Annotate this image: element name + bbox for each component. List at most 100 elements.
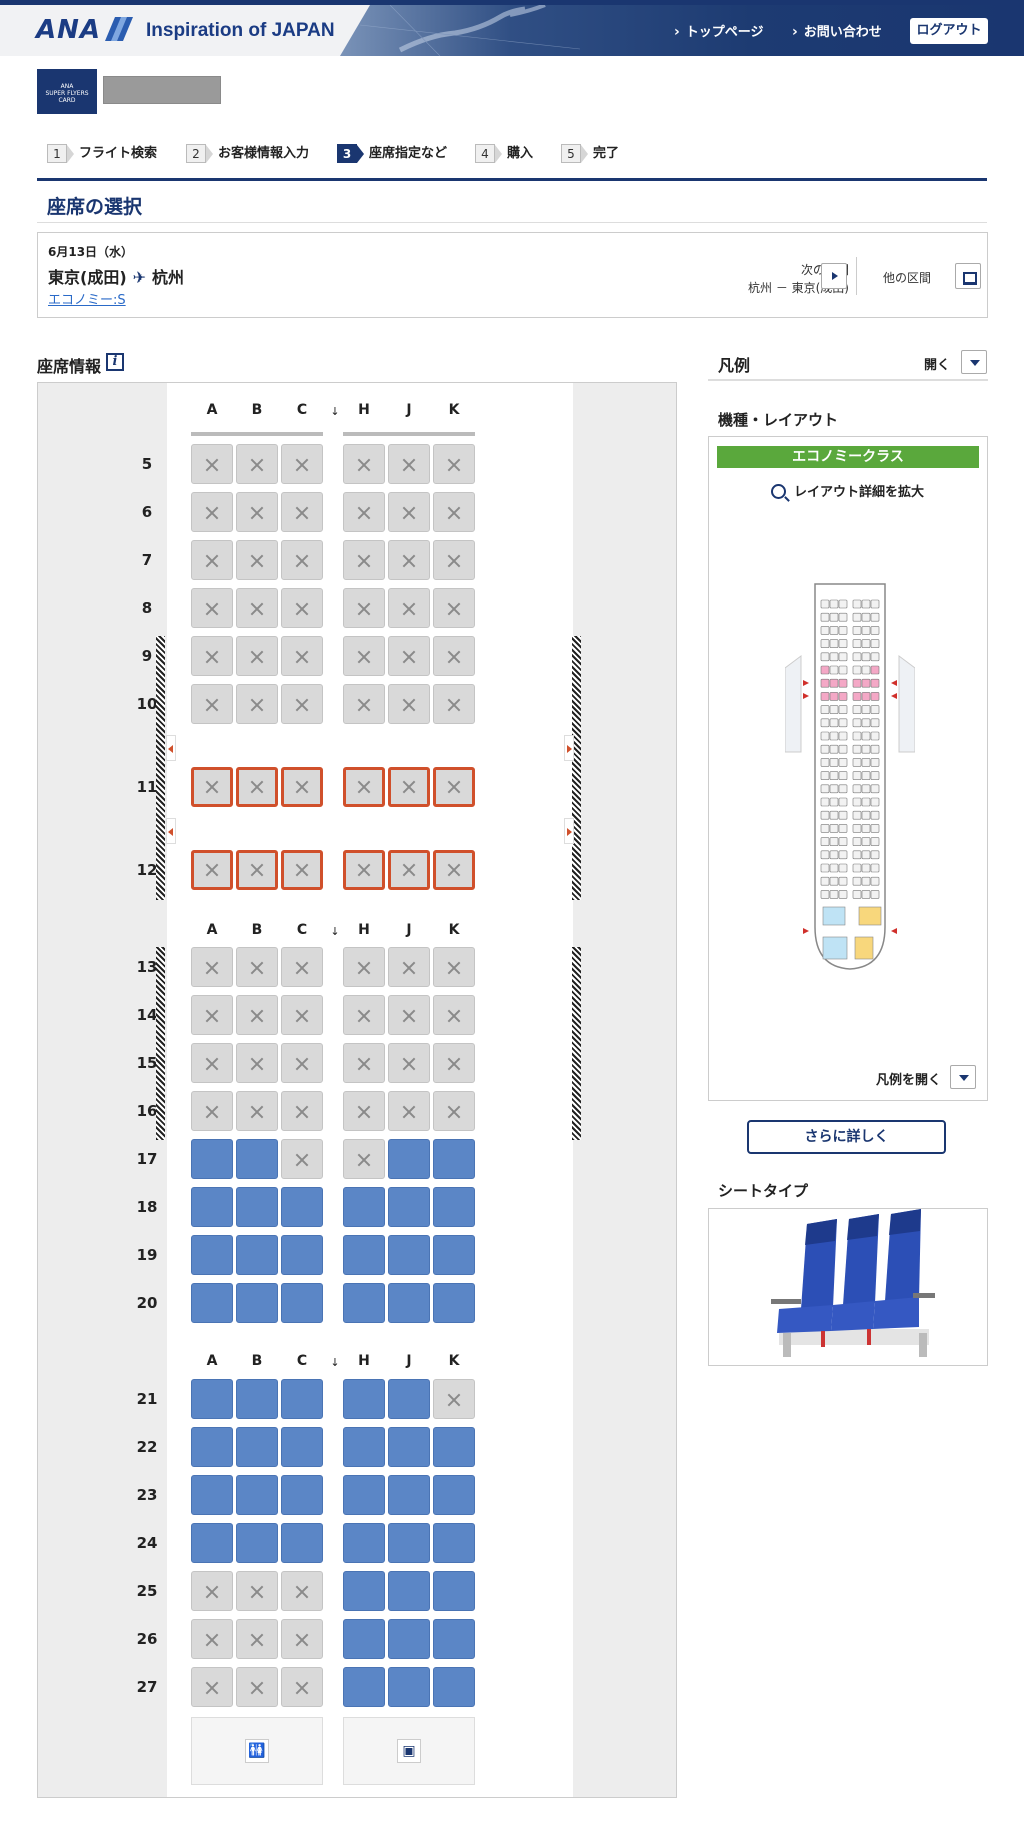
- seat-23H[interactable]: [343, 1475, 385, 1515]
- seat-7K: [433, 540, 475, 580]
- seat-21C[interactable]: [281, 1379, 323, 1419]
- seat-19J[interactable]: [388, 1235, 430, 1275]
- seat-27K[interactable]: [433, 1667, 475, 1707]
- seat-22H[interactable]: [343, 1427, 385, 1467]
- mini-seat: [861, 718, 871, 728]
- seat-24J[interactable]: [388, 1523, 430, 1563]
- seat-18K[interactable]: [433, 1187, 475, 1227]
- mini-seat: [861, 824, 871, 833]
- seat-19A[interactable]: [191, 1235, 233, 1275]
- seat-21H[interactable]: [343, 1379, 385, 1419]
- seat-20J[interactable]: [388, 1283, 430, 1323]
- seat-20A[interactable]: [191, 1283, 233, 1323]
- seat-24H[interactable]: [343, 1523, 385, 1563]
- info-icon[interactable]: i: [106, 353, 124, 371]
- seat-18H[interactable]: [343, 1187, 385, 1227]
- seat-22B[interactable]: [236, 1427, 278, 1467]
- logout-button[interactable]: ログアウト: [910, 18, 988, 44]
- more-details-button[interactable]: さらに詳しく: [747, 1120, 946, 1154]
- seat-27H[interactable]: [343, 1667, 385, 1707]
- seat-5C: [281, 444, 323, 484]
- seat-17B[interactable]: [236, 1139, 278, 1179]
- seat-16J: [388, 1091, 430, 1131]
- seat-23J[interactable]: [388, 1475, 430, 1515]
- seat-26J[interactable]: [388, 1619, 430, 1659]
- mini-seat: [861, 876, 871, 886]
- seat-22A[interactable]: [191, 1427, 233, 1467]
- seat-21A[interactable]: [191, 1379, 233, 1419]
- airplane-icon: ✈: [132, 268, 147, 287]
- seat-24B[interactable]: [236, 1523, 278, 1563]
- nav-contact-link[interactable]: お問い合わせ: [792, 21, 882, 40]
- seat-25H[interactable]: [343, 1571, 385, 1611]
- fare-class-link[interactable]: エコノミー:S: [48, 289, 126, 308]
- seat-17J[interactable]: [388, 1139, 430, 1179]
- zoom-layout-link[interactable]: レイアウト詳細を拡大: [771, 481, 924, 500]
- mini-seat: [870, 665, 880, 675]
- seat-26H[interactable]: [343, 1619, 385, 1659]
- seat-6H: [343, 492, 385, 532]
- seat-row-number: 23: [136, 1486, 158, 1504]
- seat-17K[interactable]: [433, 1139, 475, 1179]
- layout-panel: エコノミークラス レイアウト詳細を拡大 凡例を開く: [708, 436, 988, 1101]
- mini-seat: [852, 744, 862, 754]
- seat-19C[interactable]: [281, 1235, 323, 1275]
- mini-seat: [838, 771, 848, 780]
- legend-expand-button[interactable]: [961, 350, 987, 374]
- seat-25J[interactable]: [388, 1571, 430, 1611]
- seat-20H[interactable]: [343, 1283, 385, 1323]
- mini-wing-right: [898, 655, 915, 753]
- seat-16C: [281, 1091, 323, 1131]
- seat-23B[interactable]: [236, 1475, 278, 1515]
- other-segments-button[interactable]: [955, 263, 981, 289]
- seat-23C[interactable]: [281, 1475, 323, 1515]
- seat-19K[interactable]: [433, 1235, 475, 1275]
- aircraft-layout-diagram[interactable]: [785, 582, 915, 982]
- seat-18A[interactable]: [191, 1187, 233, 1227]
- seat-26K[interactable]: [433, 1619, 475, 1659]
- nav-top-page-link[interactable]: トップページ: [674, 21, 764, 40]
- seat-18J[interactable]: [388, 1187, 430, 1227]
- seat-row-number: 17: [136, 1150, 158, 1168]
- site-header: ANA Inspiration of JAPAN トップページ お問い合わせ ロ…: [0, 0, 1024, 56]
- seat-19H[interactable]: [343, 1235, 385, 1275]
- mini-seat: [870, 731, 880, 741]
- seat-18B[interactable]: [236, 1187, 278, 1227]
- open-legend-label[interactable]: 凡例を開く: [876, 1069, 941, 1088]
- seat-22J[interactable]: [388, 1427, 430, 1467]
- seat-9C: [281, 636, 323, 676]
- mini-seat: [852, 612, 862, 622]
- seat-24A[interactable]: [191, 1523, 233, 1563]
- seat-22C[interactable]: [281, 1427, 323, 1467]
- seat-21J[interactable]: [388, 1379, 430, 1419]
- seat-21B[interactable]: [236, 1379, 278, 1419]
- seat-7H: [343, 540, 385, 580]
- mini-lavatory-rear: [822, 936, 848, 960]
- open-legend-button[interactable]: [950, 1065, 976, 1089]
- seat-20B[interactable]: [236, 1283, 278, 1323]
- seat-23A[interactable]: [191, 1475, 233, 1515]
- seat-6A: [191, 492, 233, 532]
- seat-27J[interactable]: [388, 1667, 430, 1707]
- legend-open-label[interactable]: 開く: [924, 354, 950, 373]
- step-label: フライト検索: [79, 146, 158, 161]
- seat-24K[interactable]: [433, 1523, 475, 1563]
- seat-20C[interactable]: [281, 1283, 323, 1323]
- mini-seat: [820, 784, 830, 794]
- seat-19B[interactable]: [236, 1235, 278, 1275]
- seat-24C[interactable]: [281, 1523, 323, 1563]
- legend-title: 凡例: [718, 356, 751, 375]
- seat-10H: [343, 684, 385, 724]
- mini-seat: [820, 599, 830, 609]
- seat-13H: [343, 947, 385, 987]
- step-2: 2 お客様情報入力: [186, 144, 309, 164]
- seat-23K[interactable]: [433, 1475, 475, 1515]
- seat-17C: [281, 1139, 323, 1179]
- seat-25K[interactable]: [433, 1571, 475, 1611]
- seat-18C[interactable]: [281, 1187, 323, 1227]
- seat-20K[interactable]: [433, 1283, 475, 1323]
- seat-22K[interactable]: [433, 1427, 475, 1467]
- ana-logo[interactable]: ANA: [36, 15, 101, 45]
- next-segment-button[interactable]: [821, 263, 847, 289]
- seat-17A[interactable]: [191, 1139, 233, 1179]
